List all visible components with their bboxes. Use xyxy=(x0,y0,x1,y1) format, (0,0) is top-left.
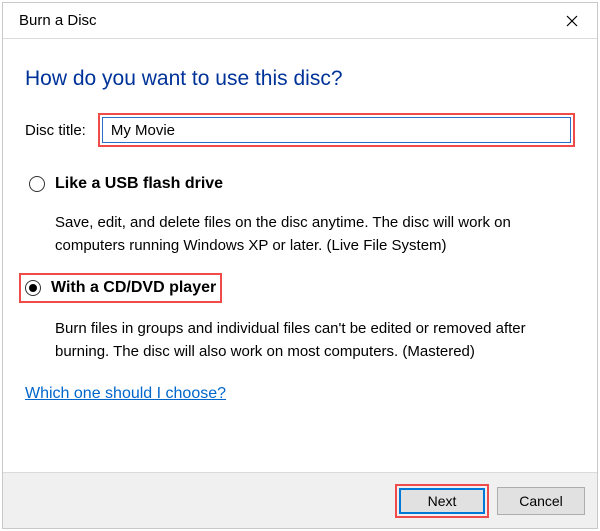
dialog-footer: Next Cancel xyxy=(3,472,597,528)
next-button-highlight: Next xyxy=(395,484,489,518)
help-link[interactable]: Which one should I choose? xyxy=(25,385,575,403)
window-title: Burn a Disc xyxy=(19,12,549,29)
disc-title-row: Disc title: xyxy=(25,113,575,147)
next-button[interactable]: Next xyxy=(399,488,485,514)
titlebar: Burn a Disc xyxy=(3,3,597,39)
page-heading: How do you want to use this disc? xyxy=(25,67,575,91)
option-cd-desc: Burn files in groups and individual file… xyxy=(55,317,575,363)
close-icon xyxy=(566,15,578,27)
dialog-window: Burn a Disc How do you want to use this … xyxy=(2,2,598,529)
disc-title-label: Disc title: xyxy=(25,122,86,139)
option-cd-label: With a CD/DVD player xyxy=(51,277,216,299)
radio-icon xyxy=(29,176,45,192)
option-usb-label: Like a USB flash drive xyxy=(55,173,223,195)
disc-title-highlight xyxy=(98,113,575,147)
radio-icon xyxy=(25,280,41,296)
cancel-button[interactable]: Cancel xyxy=(497,487,585,515)
disc-title-input[interactable] xyxy=(102,117,571,143)
option-usb-desc: Save, edit, and delete files on the disc… xyxy=(55,211,575,257)
option-cd[interactable]: With a CD/DVD player xyxy=(19,273,222,303)
content-area: How do you want to use this disc? Disc t… xyxy=(3,39,597,472)
close-button[interactable] xyxy=(549,5,595,37)
option-usb[interactable]: Like a USB flash drive xyxy=(25,171,575,197)
